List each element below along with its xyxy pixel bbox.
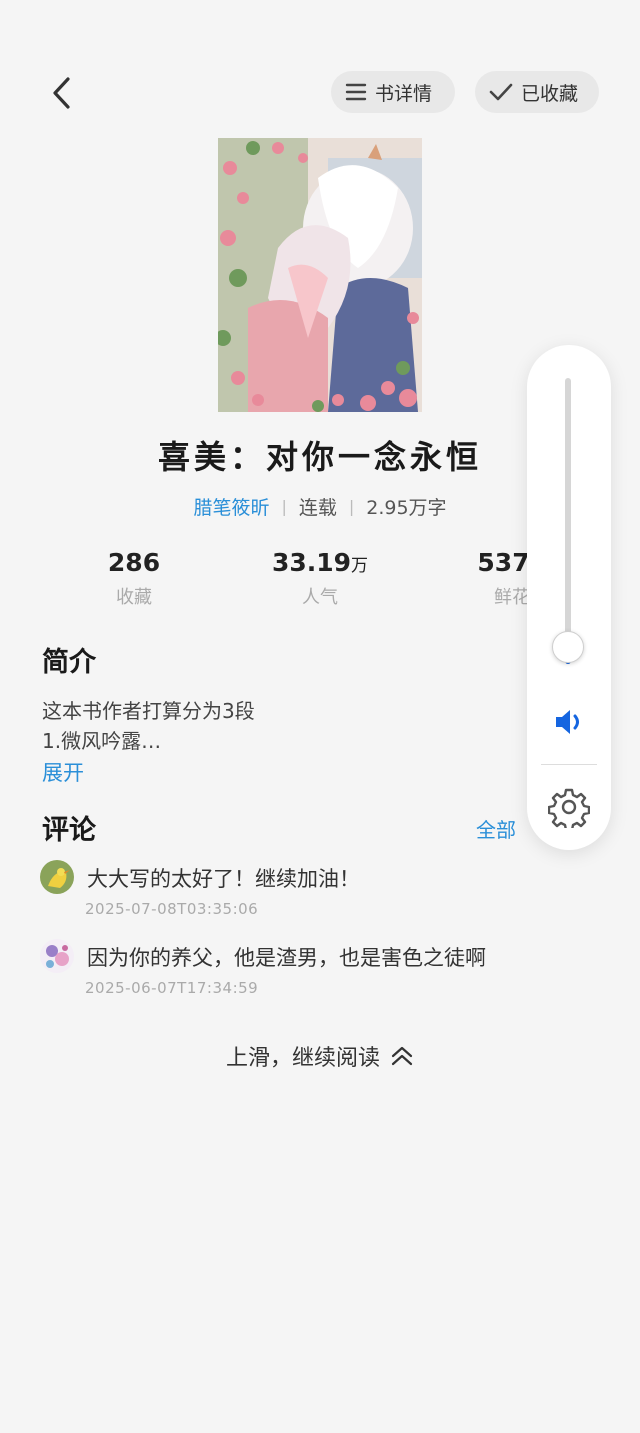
comment-time: 2025-07-08T03:35:06 bbox=[85, 900, 259, 918]
meta-divider: | bbox=[281, 497, 287, 516]
double-chevron-up-icon bbox=[391, 1046, 413, 1066]
stat-value: 286 bbox=[107, 548, 161, 577]
cover-illustration bbox=[218, 138, 422, 412]
all-comments-link[interactable]: 全部 bbox=[476, 814, 516, 843]
volume-slider-track[interactable] bbox=[565, 378, 571, 664]
volume-slider-handle[interactable] bbox=[552, 631, 584, 663]
gear-icon[interactable] bbox=[547, 786, 591, 832]
back-button[interactable] bbox=[36, 68, 86, 118]
stat-favorites: 286 收藏 bbox=[54, 548, 214, 609]
stat-popularity: 33.19万 人气 bbox=[240, 548, 400, 609]
word-count: 2.95万字 bbox=[366, 497, 447, 519]
intro-text: 这本书作者打算分为3段 1.微风吟露… bbox=[42, 699, 255, 753]
check-icon bbox=[489, 83, 513, 101]
chevron-left-icon bbox=[53, 77, 70, 109]
avatar[interactable] bbox=[40, 939, 74, 973]
comment-text: 大大写的太好了！继续加油！ bbox=[87, 867, 360, 891]
favorited-label: 已收藏 bbox=[521, 82, 579, 105]
comment-text: 因为你的养父，他是渣男，也是害色之徒啊 bbox=[87, 946, 486, 970]
author-link[interactable]: 腊笔筱昕 bbox=[193, 493, 269, 520]
book-detail-button[interactable]: 书详情 bbox=[331, 71, 455, 113]
comment-time: 2025-06-07T17:34:59 bbox=[85, 979, 259, 997]
avatar[interactable] bbox=[40, 860, 74, 894]
book-cover[interactable] bbox=[218, 138, 422, 412]
intro-heading: 简介 bbox=[42, 647, 96, 678]
stat-label: 收藏 bbox=[116, 587, 152, 608]
book-detail-label: 书详情 bbox=[375, 82, 433, 105]
continue-reading[interactable]: 上滑，继续阅读 bbox=[0, 1040, 640, 1072]
volume-panel-divider bbox=[541, 764, 597, 765]
expand-link[interactable]: 展开 bbox=[42, 757, 84, 787]
stat-label: 人气 bbox=[302, 587, 338, 608]
stat-value: 33.19万 bbox=[271, 548, 369, 577]
continue-reading-label: 上滑，继续阅读 bbox=[225, 1046, 380, 1071]
serial-status: 连载 bbox=[298, 497, 337, 519]
speaker-icon[interactable] bbox=[552, 706, 586, 738]
favorited-button[interactable]: 已收藏 bbox=[475, 71, 599, 113]
menu-icon bbox=[345, 83, 367, 101]
comments-heading: 评论 bbox=[42, 815, 96, 846]
meta-divider: | bbox=[348, 497, 355, 516]
